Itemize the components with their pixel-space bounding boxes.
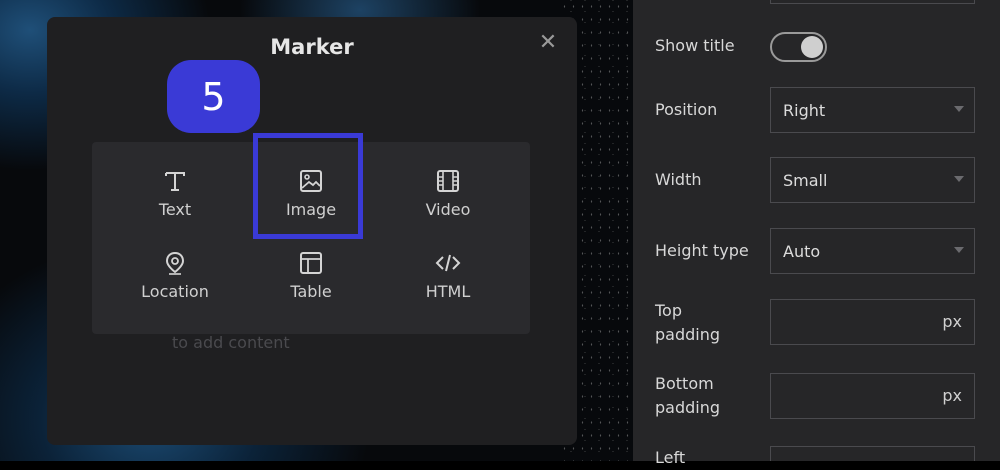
show-title-label: Show title (655, 36, 735, 55)
top-padding-label-line2: padding (655, 325, 721, 344)
chevron-down-icon (954, 247, 964, 253)
content-type-location[interactable]: Location (115, 248, 235, 318)
table-icon (300, 252, 322, 274)
toggle-knob (801, 36, 823, 58)
image-highlight-frame (253, 133, 363, 239)
width-value: Small (783, 170, 828, 190)
content-type-label: HTML (425, 282, 471, 301)
location-icon (165, 251, 185, 275)
position-select[interactable]: Right (770, 87, 975, 133)
content-type-text[interactable]: Text (115, 166, 235, 236)
content-type-label: Table (290, 282, 332, 301)
position-value: Right (783, 100, 826, 120)
bottom-padding-label: Bottom padding (655, 372, 720, 420)
content-type-html[interactable]: HTML (388, 248, 508, 318)
bottom-padding-label-line1: Bottom (655, 374, 714, 393)
left-padding-input[interactable] (770, 446, 975, 461)
width-label: Width (655, 170, 702, 189)
content-type-label: Location (141, 282, 209, 301)
top-padding-label-line1: Top (655, 301, 682, 320)
chevron-down-icon (954, 176, 964, 182)
position-label: Position (655, 100, 718, 119)
top-padding-input[interactable]: px (770, 299, 975, 345)
bottom-padding-label-line2: padding (655, 398, 721, 417)
height-type-select[interactable]: Auto (770, 228, 975, 274)
top-padding-label: Top padding (655, 299, 720, 347)
unit-label: px (942, 386, 962, 405)
add-content-hint: to add content (172, 333, 290, 352)
height-type-value: Auto (783, 241, 821, 261)
dialog-title: Marker (270, 35, 354, 59)
left-padding-label: Left (655, 448, 686, 467)
content-type-label: Video (425, 200, 471, 219)
video-icon (437, 170, 459, 192)
show-title-toggle[interactable] (770, 32, 827, 62)
content-type-table[interactable]: Table (251, 248, 371, 318)
unit-label: px (942, 312, 962, 331)
settings-panel: Show title Position Right Width Small He… (633, 0, 1000, 467)
height-type-label: Height type (655, 241, 749, 260)
settings-field-top-partial[interactable] (770, 0, 975, 4)
code-icon (435, 254, 461, 272)
content-type-video[interactable]: Video (388, 166, 508, 236)
chevron-down-icon (954, 106, 964, 112)
content-type-label: Text (158, 200, 192, 219)
step-badge: 5 (167, 60, 260, 133)
text-icon (165, 172, 185, 191)
close-icon[interactable]: ✕ (537, 32, 559, 54)
bottom-padding-input[interactable]: px (770, 373, 975, 419)
width-select[interactable]: Small (770, 157, 975, 203)
